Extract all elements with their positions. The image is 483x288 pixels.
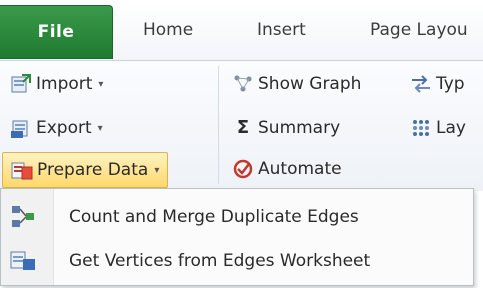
prepare-data-label: Prepare Data (37, 160, 149, 180)
type-icon (412, 75, 430, 93)
type-button[interactable]: Typ (410, 70, 465, 98)
tab-page-layout[interactable]: Page Layou (370, 20, 468, 40)
chevron-down-icon: ▾ (97, 122, 103, 134)
export-icon (11, 120, 28, 138)
prepare-data-menu: Count and Merge Duplicate Edges Get Vert… (0, 188, 474, 286)
import-label: Import (36, 74, 93, 94)
chevron-down-icon: ▾ (98, 78, 104, 90)
tab-home[interactable]: Home (143, 20, 193, 40)
import-button[interactable]: Import ▾ (10, 70, 103, 98)
export-button[interactable]: Export ▾ (10, 114, 103, 142)
summary-label: Summary (258, 118, 341, 138)
automate-icon (233, 159, 253, 179)
prepare-data-icon (11, 162, 33, 180)
tab-insert[interactable]: Insert (257, 20, 306, 40)
layout-label: Lay (436, 118, 466, 138)
tab-file[interactable]: File (0, 5, 113, 59)
export-label: Export (36, 118, 92, 138)
vertices-icon (10, 251, 35, 270)
prepare-data-button[interactable]: Prepare Data ▾ (2, 152, 169, 188)
menu-item-label: Count and Merge Duplicate Edges (69, 207, 359, 227)
type-label: Typ (436, 74, 465, 94)
show-graph-label: Show Graph (258, 74, 362, 94)
sigma-icon: Σ (236, 117, 250, 138)
menu-item-label: Get Vertices from Edges Worksheet (69, 251, 371, 271)
layout-icon (413, 120, 429, 136)
ribbon-tab-bar: File Home Insert Page Layou (0, 0, 483, 60)
group-divider (218, 66, 219, 184)
layout-button[interactable]: Lay (410, 114, 466, 142)
graph-icon (234, 75, 252, 92)
summary-button[interactable]: Σ Summary (232, 114, 340, 142)
menu-item-get-vertices[interactable]: Get Vertices from Edges Worksheet (1, 239, 473, 283)
import-icon (11, 74, 31, 93)
automate-label: Automate (258, 159, 342, 179)
show-graph-button[interactable]: Show Graph (232, 70, 361, 98)
menu-item-count-merge-duplicate-edges[interactable]: Count and Merge Duplicate Edges (1, 195, 473, 239)
chevron-down-icon: ▾ (154, 164, 160, 176)
automate-button[interactable]: Automate (232, 152, 342, 186)
merge-edges-icon (12, 206, 34, 227)
